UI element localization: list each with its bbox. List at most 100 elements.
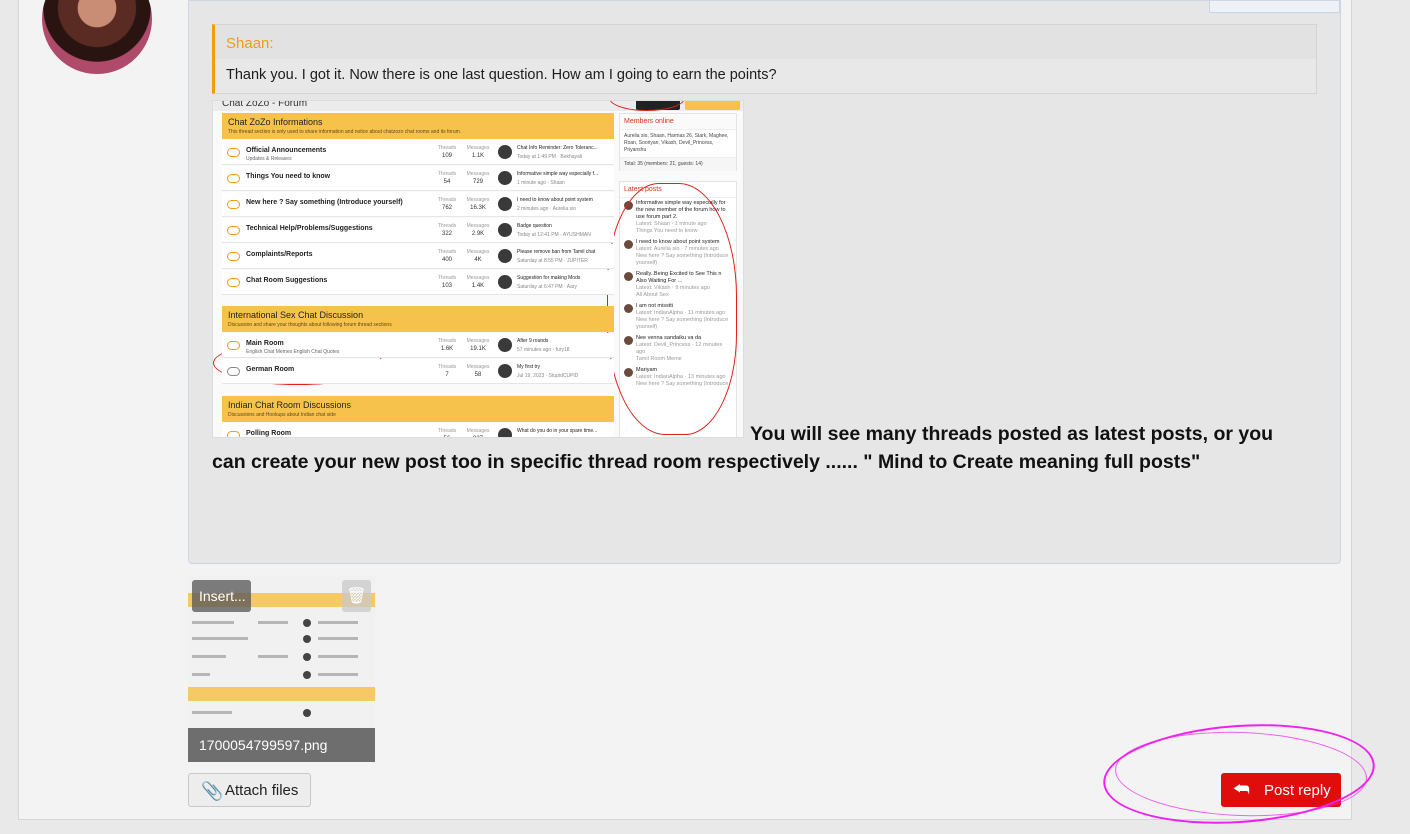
trash-icon[interactable]: 🗑 <box>342 580 371 612</box>
shot-forum-threads: Threads 762 <box>434 197 460 211</box>
forum-bubble-icon <box>227 174 240 183</box>
shot-messages-label: Messages <box>466 364 490 370</box>
shot-threads-value: 54 <box>443 179 451 185</box>
shot-page-title: Chat ZoZo - Forum <box>222 100 308 109</box>
paperclip-icon: 📎 <box>201 781 224 801</box>
shot-forum-name: Technical Help/Problems/Suggestions <box>246 225 373 232</box>
attach-files-button[interactable]: 📎 Attach files <box>188 773 311 807</box>
editor-toolbar-edge <box>1209 1 1340 13</box>
shot-threads-label: Threads <box>437 364 457 370</box>
shot-forum-name: Official Announcements <box>246 147 327 154</box>
shot-last-poster-avatar <box>498 364 512 378</box>
shot-threads-label: Threads <box>437 275 457 281</box>
shot-section-title: International Sex Chat Discussion <box>228 310 364 320</box>
shot-forum-messages: Messages 1.1K <box>465 145 491 159</box>
shot-threads-label: Threads <box>437 197 457 203</box>
thumb-line <box>258 655 288 658</box>
shot-forum-name: Main Room <box>246 340 284 347</box>
attachment-filename: 1700054799597.png <box>188 728 375 762</box>
shot-forum-threads: Threads 103 <box>434 275 460 289</box>
shot-last-post-when: Jul 19, 2023 · StupidCUPID <box>517 373 579 379</box>
shot-last-post: My first try Jul 19, 2023 · StupidCUPID <box>517 364 578 379</box>
shot-messages-label: Messages <box>466 338 490 344</box>
shot-section-header: Indian Chat Room Discussions Discussions … <box>222 396 614 422</box>
shot-last-post-title: I need to know about point system <box>517 197 593 203</box>
shot-last-post: Chat Info Reminder: Zero Toleranc... Toda… <box>517 145 598 160</box>
shot-last-post-title: Informative simple way especially f... <box>517 171 599 177</box>
quote-text: Thank you. I got it. Now there is one la… <box>215 59 1316 93</box>
shot-members-total: Total: 35 (members: 21, guests: 14) <box>620 157 736 171</box>
shot-forum-subforums: English Chat Memes English Chat Quotes <box>246 349 340 355</box>
shot-threads-value: 762 <box>441 205 452 211</box>
shot-forum-row: Complaints/Reports Threads 400 Messages 4K Pl… <box>222 244 614 269</box>
thumb-line <box>192 711 232 714</box>
shot-section-header: International Sex Chat Discussion Discuss… <box>222 306 614 332</box>
shot-forum-messages: Messages 58 <box>465 364 491 378</box>
shot-messages-value: 19.1K <box>470 346 486 352</box>
shot-threads-value: 103 <box>441 283 452 289</box>
thumb-avatar-dot <box>303 635 311 643</box>
shot-messages-label: Messages <box>466 145 490 151</box>
shot-last-post-title: After 9 rounds <box>517 338 549 344</box>
shot-forum-row: Things You need to know Threads 54 Messages… <box>222 166 614 191</box>
shot-last-post: I need to know about point system 2 minut… <box>517 197 593 212</box>
shot-forum-threads: Threads 400 <box>434 249 460 263</box>
shot-threads-label: Threads <box>437 171 457 177</box>
shot-forum-name: Chat Room Suggestions <box>246 277 328 284</box>
shot-threads-value: 109 <box>441 153 452 159</box>
shot-messages-value: 1.4K <box>471 283 485 289</box>
shot-section-title: Chat ZoZo Informations <box>228 117 323 127</box>
shot-forum-threads: Threads 1.6K <box>434 338 460 352</box>
shot-last-post-title: Badge question <box>517 223 552 229</box>
shot-messages-value: 729 <box>472 179 483 185</box>
shot-forum-threads: Threads 322 <box>434 223 460 237</box>
shot-last-post-when: 1 minute ago · Shaan <box>517 180 565 186</box>
shot-threads-value: 7 <box>445 372 449 378</box>
shot-last-post-when: Saturday at 8:55 PM · JUPITER <box>517 258 588 264</box>
shot-threads-value: 1.6K <box>440 346 454 352</box>
shot-forum-messages: Messages 1.4K <box>465 275 491 289</box>
shot-last-post: Please remove ban from Tamil chat Saturda… <box>517 249 595 264</box>
shot-last-post-when: 2 minutes ago · Aurelia ​sio <box>517 206 576 212</box>
shot-section-title: Indian Chat Room Discussions <box>228 400 352 410</box>
shot-messages-value: 58 <box>474 372 482 378</box>
shot-threads-label: Threads <box>437 249 457 255</box>
quote-author[interactable]: Shaan: <box>226 35 274 52</box>
shot-messages-label: Messages <box>466 171 490 177</box>
shot-section-description: This thread section is only used to shar… <box>228 129 462 135</box>
shot-last-post-when: Today at 1:49 PM · Bekhayali <box>517 154 583 160</box>
shot-section-description: Discussion and share your thoughts about… <box>228 322 392 328</box>
thumb-section-band <box>188 687 375 701</box>
forum-bubble-icon <box>227 252 240 261</box>
attach-files-label: Attach files <box>225 782 299 799</box>
embedded-forum-screenshot[interactable]: Chat ZoZo - Forum Members online Aurelia… <box>212 100 744 438</box>
shot-members-title: Members online <box>620 114 736 130</box>
shot-forum-messages: Messages 19.1K <box>465 338 491 352</box>
forum-bubble-icon <box>227 278 240 287</box>
shot-forum-messages: Messages 16.3K <box>465 197 491 211</box>
shot-last-post: Badge question Today at 12:41 PM · AYUSHM… <box>517 223 591 238</box>
thumb-avatar-dot <box>303 709 311 717</box>
shot-forum-messages: Messages 4K <box>465 249 491 263</box>
shot-threads-value: 400 <box>441 257 452 263</box>
shot-forum-row: Official Announcements Updates & Releases… <box>222 140 614 165</box>
shot-section-description: Discussions and Hookups about Indian cha… <box>228 412 336 418</box>
shot-last-post: Informative simple way especially f... 1 … <box>517 171 598 186</box>
shot-last-poster-avatar <box>498 171 512 185</box>
shot-threads-label: Threads <box>437 223 457 229</box>
insert-attachment-button[interactable]: Insert... <box>192 580 251 612</box>
shot-forum-messages: Messages 2.9K <box>465 223 491 237</box>
shot-messages-label: Messages <box>466 275 490 281</box>
shot-forum-threads: Threads 54 <box>434 171 460 185</box>
shot-last-post-title: My first try <box>517 364 541 370</box>
forum-bubble-icon <box>227 148 240 157</box>
shot-last-poster-avatar <box>498 338 512 352</box>
quoted-message: Shaan: Thank you. I got it. Now there is… <box>212 24 1317 94</box>
shot-forum-messages: Messages 729 <box>465 171 491 185</box>
shot-forum-row: German Room Threads 7 Messages 58 My first tr… <box>222 359 614 384</box>
forum-bubble-icon <box>227 367 240 376</box>
shot-last-poster-avatar <box>498 145 512 159</box>
shot-forum-name: Things You need to know <box>246 173 331 180</box>
attachment-thumbnail[interactable]: Insert... 🗑 1700054799597.png <box>188 575 375 762</box>
shot-messages-label: Messages <box>466 249 490 255</box>
